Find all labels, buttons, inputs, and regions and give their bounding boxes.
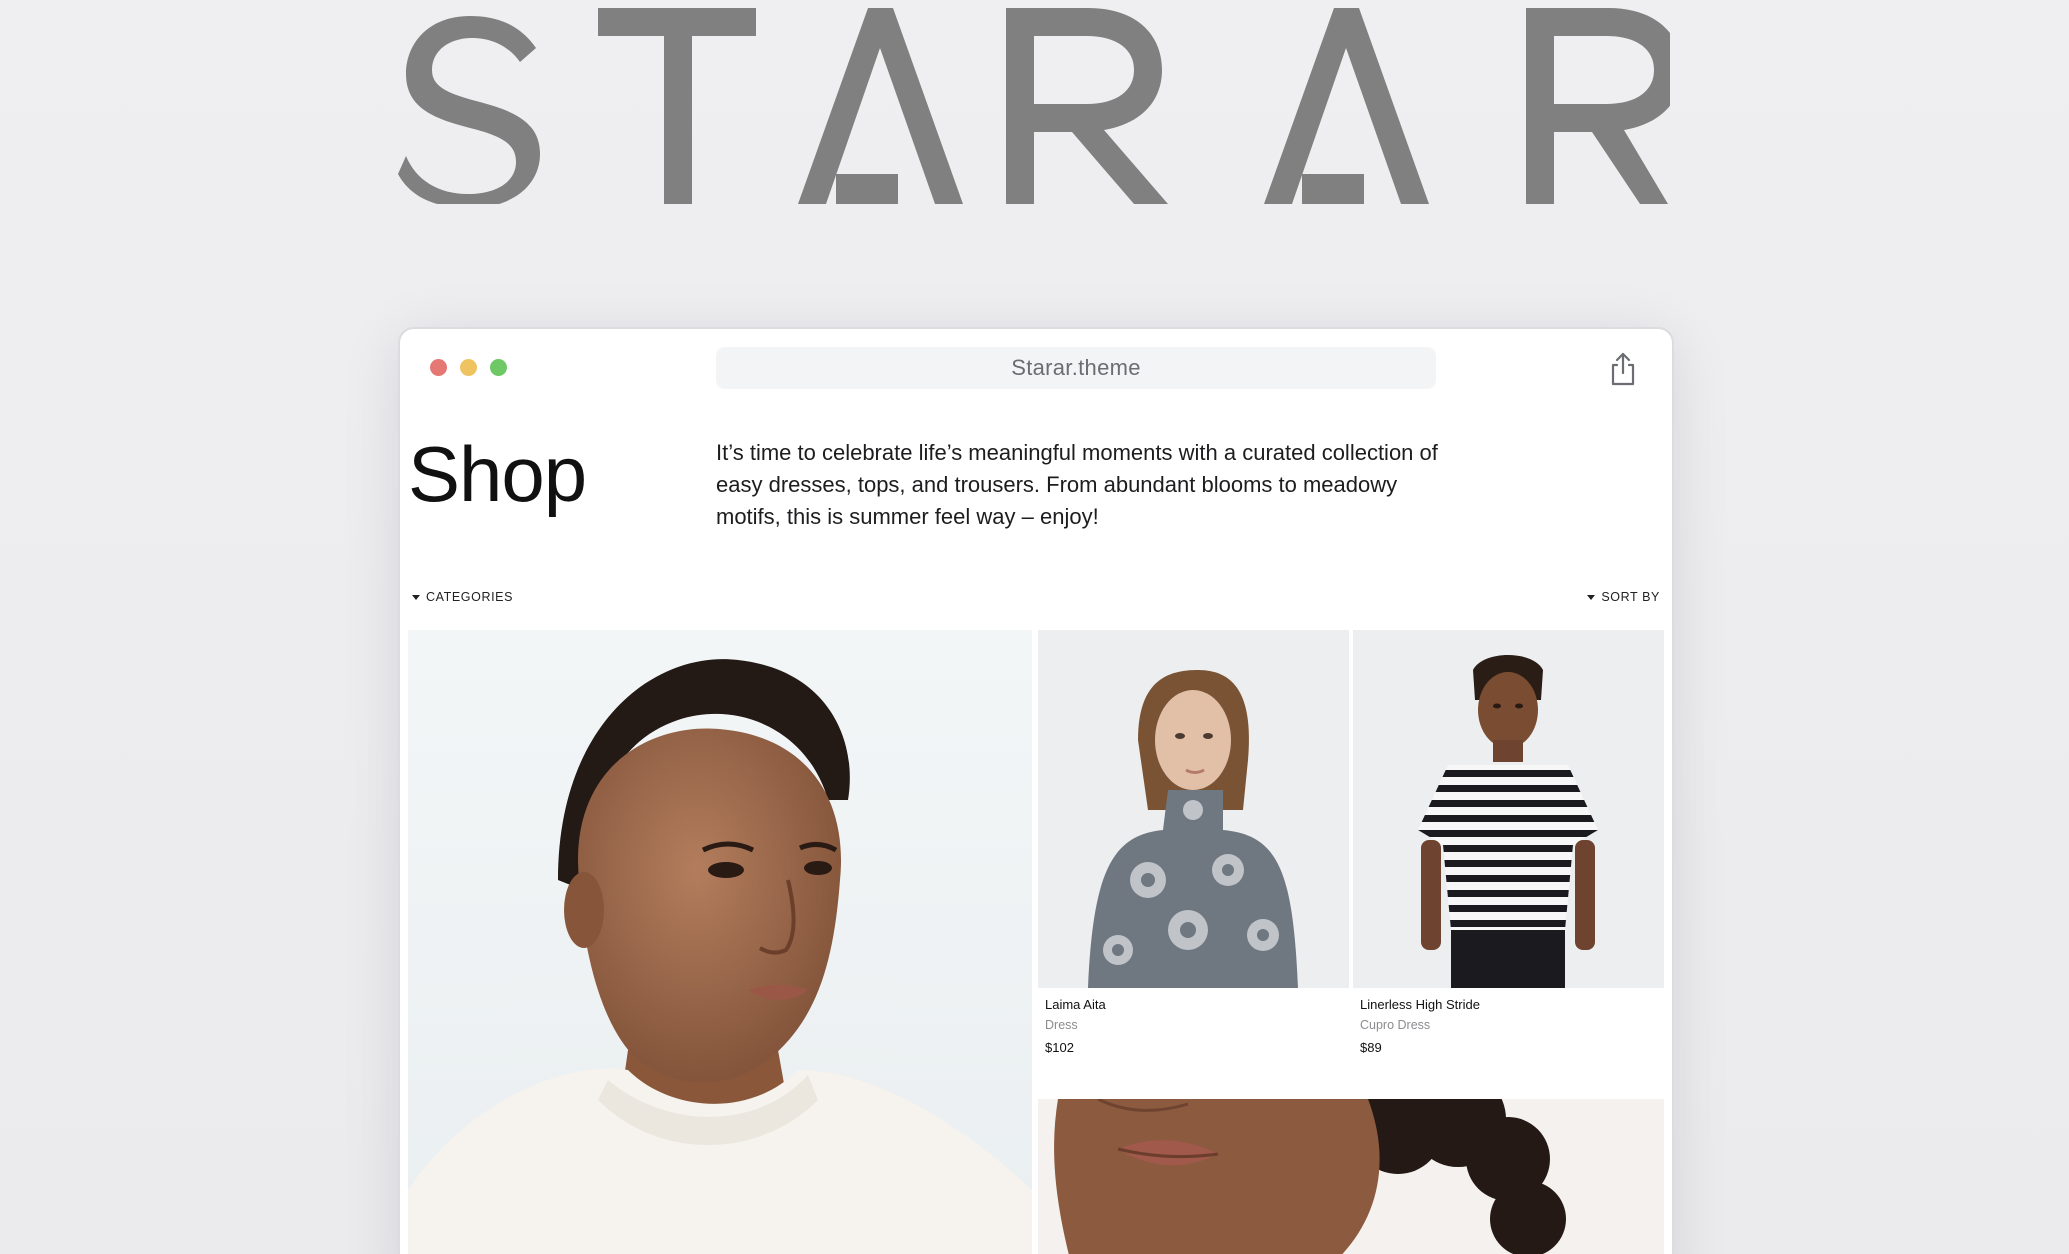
- hero-photo: [408, 630, 1032, 1254]
- product-name[interactable]: Linerless High Stride: [1360, 997, 1657, 1012]
- page-stage: Starar.theme Shop It’s time to celebrate…: [0, 0, 2069, 1254]
- product-photo: [1353, 630, 1664, 988]
- categories-filter-button[interactable]: CATEGORIES: [412, 590, 513, 604]
- product-image[interactable]: [1353, 630, 1664, 988]
- product-name[interactable]: Laima Aita: [1045, 997, 1342, 1012]
- product-price: $89: [1360, 1040, 1382, 1055]
- featured-photo: [1038, 1099, 1664, 1254]
- shop-intro-text: It’s time to celebrate life’s meaningful…: [716, 440, 1438, 529]
- address-bar-url: Starar.theme: [1011, 355, 1141, 380]
- caret-down-icon: [412, 594, 420, 600]
- close-window-button[interactable]: [430, 359, 447, 376]
- sort-by-label: SORT BY: [1601, 590, 1660, 604]
- sort-by-button[interactable]: SORT BY: [1587, 590, 1660, 604]
- address-bar[interactable]: Starar.theme: [716, 347, 1436, 389]
- product-card[interactable]: Laima Aita Dress $102: [1038, 630, 1349, 1055]
- zoom-window-button[interactable]: [490, 359, 507, 376]
- product-info: Laima Aita Dress $102: [1038, 988, 1349, 1055]
- product-info: Linerless High Stride Cupro Dress $89: [1353, 988, 1664, 1055]
- categories-label: CATEGORIES: [426, 590, 514, 604]
- hero-product-image[interactable]: [408, 630, 1032, 1254]
- caret-down-icon: [1587, 594, 1596, 600]
- product-category: Dress: [1045, 1018, 1078, 1032]
- product-price: $102: [1045, 1040, 1074, 1055]
- starar-logo: [398, 8, 1670, 204]
- product-image[interactable]: [1038, 630, 1349, 988]
- share-icon[interactable]: [1608, 351, 1638, 387]
- minimize-window-button[interactable]: [460, 359, 477, 376]
- product-card[interactable]: Linerless High Stride Cupro Dress $89: [1353, 630, 1664, 1055]
- page-title: Shop: [408, 430, 587, 518]
- window-controls: [430, 359, 507, 376]
- product-category: Cupro Dress: [1360, 1018, 1431, 1032]
- featured-product-image[interactable]: [1038, 1099, 1664, 1254]
- browser-window: Starar.theme Shop It’s time to celebrate…: [398, 327, 1674, 1254]
- product-photo: [1038, 630, 1349, 988]
